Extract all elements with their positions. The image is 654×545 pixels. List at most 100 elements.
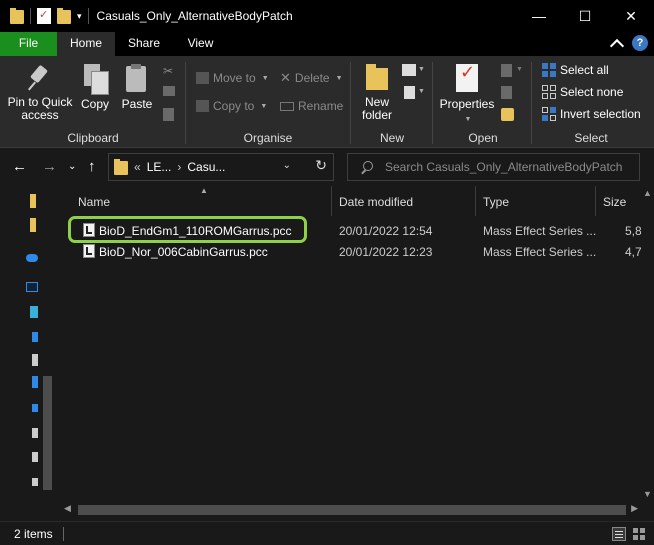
recent-locations-chevron-icon[interactable]: ⌄: [68, 161, 76, 172]
delete-label: Delete: [294, 71, 330, 85]
forward-arrow-icon[interactable]: →: [42, 158, 57, 175]
address-segment-le[interactable]: LE...: [147, 160, 172, 174]
maximize-button[interactable]: ☐: [562, 0, 608, 32]
address-segment-casu[interactable]: Casu...: [187, 160, 225, 174]
downloads-icon[interactable]: [32, 376, 38, 388]
vertical-scrollbar[interactable]: ▲ ▼: [641, 186, 654, 501]
tab-file[interactable]: File: [0, 32, 57, 56]
search-input[interactable]: [385, 160, 635, 174]
status-bar: 2 items: [0, 521, 654, 545]
column-name[interactable]: Name: [78, 195, 110, 209]
dropdown-arrow-icon[interactable]: ▼: [418, 88, 425, 95]
address-bar[interactable]: « LE... › Casu... ⌄ ↻: [108, 153, 334, 181]
copy-path-icon[interactable]: [163, 86, 175, 96]
this-pc-icon[interactable]: [26, 282, 38, 292]
scroll-left-icon[interactable]: ◀: [64, 503, 71, 514]
search-icon: [360, 160, 373, 174]
local-disk-icon[interactable]: [32, 478, 38, 486]
new-folder-button[interactable]: New folder: [358, 64, 396, 122]
tab-share[interactable]: Share: [115, 32, 173, 56]
3d-objects-icon[interactable]: [30, 306, 38, 318]
collapse-ribbon-icon[interactable]: [609, 38, 625, 54]
column-divider[interactable]: [331, 186, 332, 216]
history-icon[interactable]: [501, 108, 514, 121]
column-type[interactable]: Type: [483, 195, 509, 209]
close-button[interactable]: ✕: [608, 0, 654, 32]
rename-icon: [280, 101, 294, 111]
copy-button[interactable]: Copy: [78, 64, 112, 111]
new-item-icon[interactable]: [402, 64, 416, 76]
scroll-down-icon[interactable]: ▼: [643, 489, 652, 499]
invert-selection-button[interactable]: Invert selection: [542, 105, 641, 123]
music-icon[interactable]: [32, 404, 38, 412]
desktop-icon[interactable]: [32, 332, 38, 342]
copy-to-button[interactable]: Copy to ▼: [196, 97, 267, 115]
tab-home[interactable]: Home: [57, 32, 115, 56]
rename-button[interactable]: Rename: [280, 97, 343, 115]
dropdown-arrow-icon: ▼: [260, 102, 268, 110]
tab-view[interactable]: View: [173, 32, 228, 56]
column-divider[interactable]: [475, 186, 476, 216]
videos-icon[interactable]: [32, 452, 38, 462]
paste-shortcut-icon[interactable]: [163, 108, 174, 121]
properties-icon: [455, 64, 479, 94]
divider: [350, 62, 351, 144]
highlight-outline: [68, 216, 307, 243]
properties-button[interactable]: Properties ▼: [438, 64, 496, 126]
dropdown-arrow-icon[interactable]: ▼: [418, 66, 425, 73]
window-title: Casuals_Only_AlternativeBodyPatch: [96, 9, 293, 23]
address-dropdown-chevron-icon[interactable]: ⌄: [283, 160, 291, 171]
horizontal-scrollbar-thumb[interactable]: [78, 505, 626, 515]
open-icon[interactable]: [501, 64, 512, 77]
address-overflow[interactable]: «: [134, 160, 141, 174]
dropdown-arrow-icon: ▼: [335, 74, 343, 82]
large-icons-view-icon[interactable]: [632, 527, 646, 541]
properties-icon[interactable]: [37, 8, 51, 24]
back-arrow-icon[interactable]: ←: [12, 158, 27, 175]
column-size[interactable]: Size: [603, 195, 626, 209]
dropdown-arrow-icon[interactable]: ▼: [516, 66, 523, 73]
minimize-button[interactable]: —: [516, 0, 562, 32]
quick-access-folder-icon[interactable]: [30, 194, 36, 208]
new-folder-icon[interactable]: [57, 8, 71, 24]
file-row[interactable]: BioD_Nor_006CabinGarrus.pcc 20/01/2022 1…: [60, 241, 654, 262]
quick-access-folder-icon[interactable]: [30, 218, 36, 232]
refresh-icon[interactable]: ↻: [315, 157, 327, 174]
navigation-pane-scrollbar-thumb[interactable]: [43, 376, 52, 490]
pictures-icon[interactable]: [32, 428, 38, 438]
divider: [531, 62, 532, 144]
pin-to-quick-access-button[interactable]: Pin to Quick access: [6, 64, 74, 122]
dropdown-arrow-icon: ▼: [261, 74, 269, 82]
help-icon[interactable]: ?: [632, 35, 648, 51]
details-view-icon[interactable]: [612, 527, 626, 541]
pin-icon: [29, 64, 51, 92]
easy-access-icon[interactable]: [404, 86, 415, 99]
scroll-up-icon[interactable]: ▲: [643, 188, 652, 198]
paste-button[interactable]: Paste: [120, 64, 154, 111]
scroll-right-icon[interactable]: ▶: [631, 503, 638, 514]
onedrive-icon[interactable]: [26, 254, 38, 262]
address-separator[interactable]: ›: [177, 160, 181, 174]
delete-button[interactable]: ✕ Delete ▼: [280, 69, 343, 87]
search-box[interactable]: [347, 153, 640, 181]
edit-icon[interactable]: [501, 86, 512, 99]
cut-icon[interactable]: ✂: [163, 64, 175, 78]
folder-icon: [114, 159, 128, 175]
file-name[interactable]: BioD_Nor_006CabinGarrus.pcc: [99, 245, 268, 259]
select-none-button[interactable]: Select none: [542, 83, 623, 101]
divider: [63, 527, 64, 541]
column-date-modified[interactable]: Date modified: [339, 195, 413, 209]
new-folder-icon: [364, 64, 390, 92]
select-all-button[interactable]: Select all: [542, 61, 609, 79]
documents-icon[interactable]: [32, 354, 38, 366]
move-to-button[interactable]: Move to ▼: [196, 69, 269, 87]
sort-ascending-icon: ▲: [200, 186, 208, 195]
new-folder-label-line2: folder: [361, 108, 393, 122]
file-type: Mass Effect Series ...: [483, 224, 597, 238]
up-arrow-icon[interactable]: ↑: [88, 158, 96, 175]
horizontal-scrollbar[interactable]: ◀ ▶: [60, 501, 640, 518]
customize-toolbar-chevron-icon[interactable]: ▾: [77, 11, 82, 22]
open-group-label: Open: [468, 131, 498, 145]
dropdown-arrow-icon: ▼: [464, 116, 472, 123]
column-divider[interactable]: [595, 186, 596, 216]
